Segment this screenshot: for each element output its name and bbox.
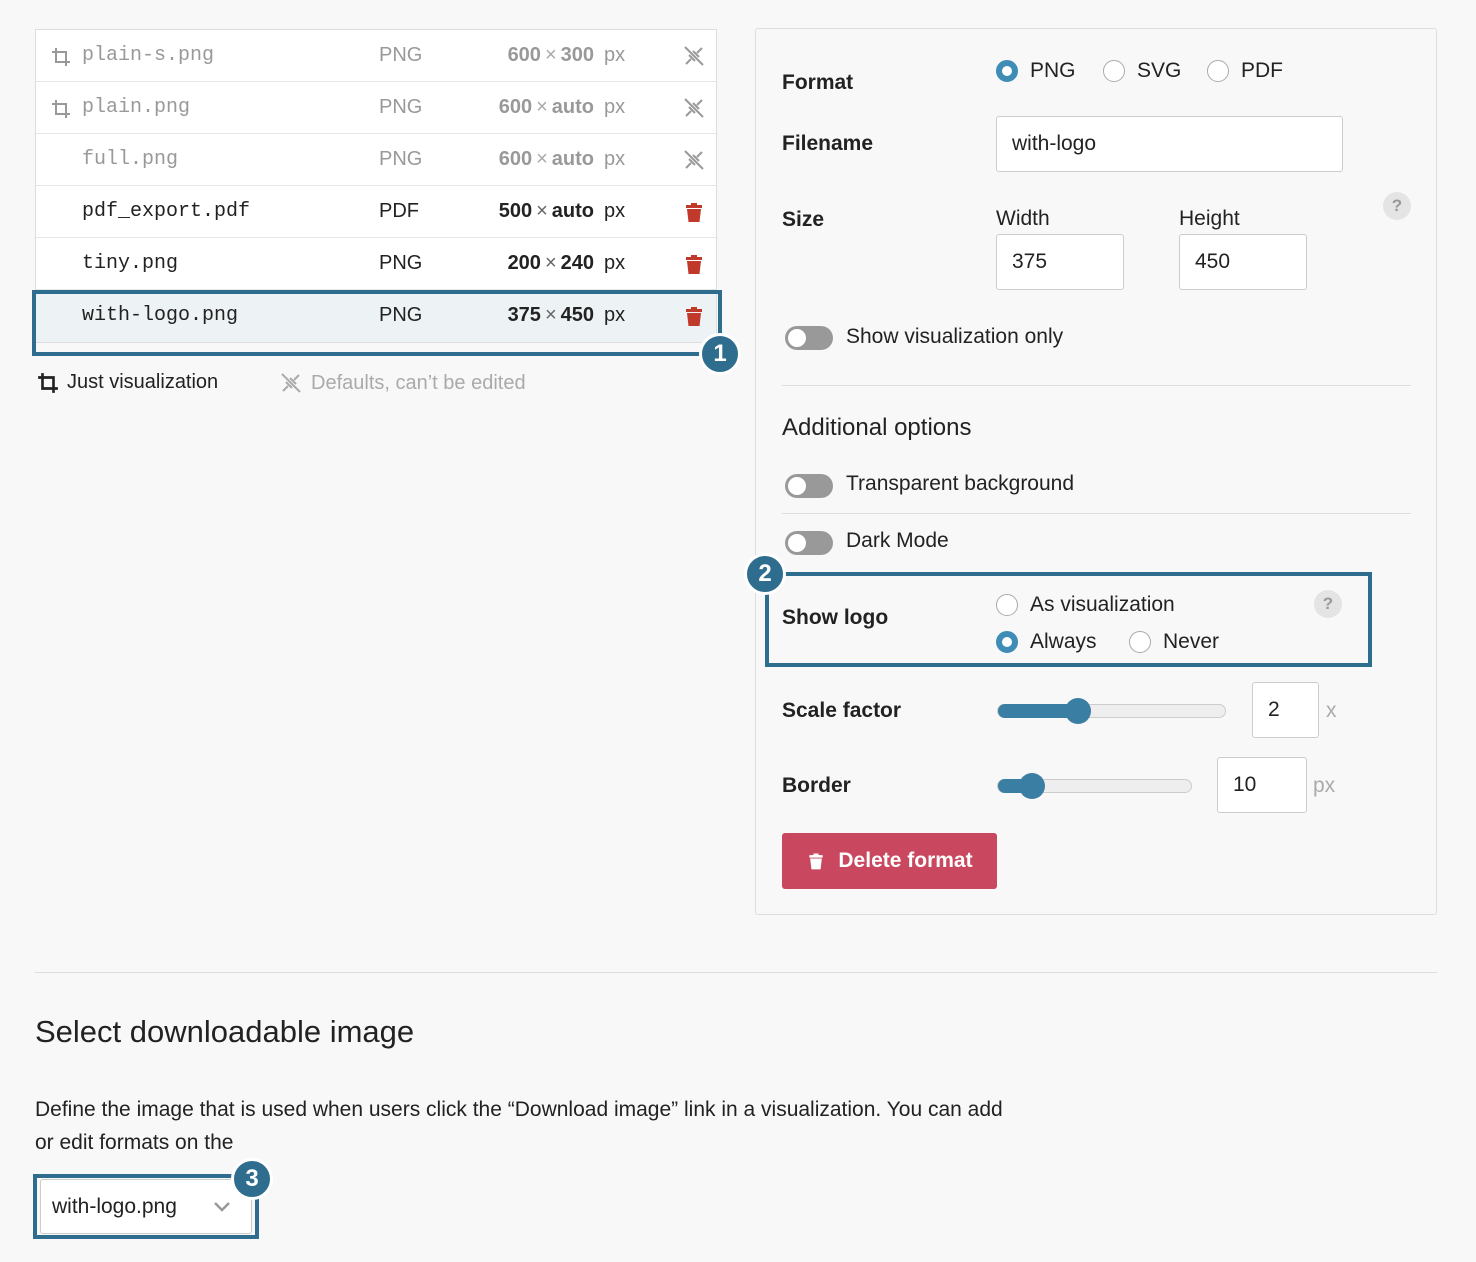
show-visualization-only-toggle[interactable]	[785, 326, 833, 350]
border-unit: px	[1313, 774, 1336, 797]
format-type: PNG	[379, 148, 423, 170]
height-input[interactable]: 450	[1179, 234, 1307, 290]
filename-input[interactable]: with-logo	[996, 116, 1343, 172]
format-row-tiny[interactable]: tiny.png PNG 200 × 240 px	[36, 238, 716, 290]
format-unit: px	[604, 96, 626, 118]
format-row-full[interactable]: full.png PNG 600 × auto px	[36, 134, 716, 186]
callout-highlight-selected-row	[32, 290, 722, 356]
height-label: Height	[1179, 207, 1240, 230]
format-size: 200 × 240	[507, 252, 594, 274]
format-unit: px	[604, 200, 626, 222]
trash-icon[interactable]	[682, 252, 706, 276]
format-editor-panel: Format PNG SVG PDF Filename with-logo Si…	[755, 28, 1437, 915]
legend-just-visualization: Just visualization	[37, 371, 218, 394]
not-editable-icon	[684, 46, 704, 66]
format-radio-svg[interactable]: SVG	[1103, 59, 1181, 83]
format-name: full.png	[82, 148, 179, 171]
width-input[interactable]: 375	[996, 234, 1124, 290]
not-editable-icon	[684, 98, 704, 118]
border-slider[interactable]	[997, 773, 1192, 799]
callout-badge: 2	[744, 553, 786, 595]
slider-handle[interactable]	[1065, 698, 1091, 724]
divider	[782, 385, 1411, 386]
format-size: 600 × 300	[507, 44, 594, 66]
crop-icon	[52, 48, 70, 66]
format-unit: px	[604, 252, 626, 274]
format-type: PNG	[379, 96, 423, 118]
not-editable-icon	[281, 373, 301, 393]
format-type: PNG	[379, 252, 423, 274]
slider-handle[interactable]	[1019, 773, 1045, 799]
transparent-background-toggle[interactable]	[785, 474, 833, 498]
dark-mode-toggle[interactable]	[785, 531, 833, 555]
crop-icon	[52, 100, 70, 118]
callout-badge: 3	[231, 1158, 273, 1200]
size-label: Size	[782, 208, 825, 231]
not-editable-icon	[684, 150, 704, 170]
format-radio-pdf[interactable]: PDF	[1207, 59, 1283, 83]
format-size: 500 × auto	[498, 200, 594, 222]
border-input[interactable]: 10	[1217, 757, 1307, 813]
legend-label: Just visualization	[67, 371, 219, 393]
scale-factor-label: Scale factor	[782, 699, 902, 722]
format-name: pdf_export.pdf	[82, 200, 251, 223]
width-label: Width	[996, 207, 1050, 230]
legend-label: Defaults, can’t be edited	[311, 371, 526, 394]
border-label: Border	[782, 774, 851, 797]
radio-button[interactable]	[1103, 60, 1125, 82]
format-unit: px	[604, 44, 626, 66]
transparent-background-label: Transparent background	[846, 472, 1075, 495]
format-row-pdf-export[interactable]: pdf_export.pdf PDF 500 × auto px	[36, 186, 716, 238]
help-icon[interactable]: ?	[1383, 192, 1411, 220]
divider	[782, 513, 1411, 514]
format-row-plain[interactable]: plain.png PNG 600 × auto px	[36, 82, 716, 134]
format-name: tiny.png	[82, 252, 179, 275]
format-row-plain-s[interactable]: plain-s.png PNG 600 × 300 px	[36, 30, 716, 82]
format-type: PNG	[379, 44, 423, 66]
crop-icon	[38, 372, 58, 393]
delete-format-button[interactable]: Delete format	[782, 833, 997, 889]
format-name: plain-s.png	[82, 44, 215, 67]
section-description: Define the image that is used when users…	[35, 1098, 1003, 1154]
trash-icon	[809, 853, 824, 870]
format-name: plain.png	[82, 96, 191, 119]
callout-highlight-select	[33, 1174, 259, 1239]
format-unit: px	[604, 148, 626, 170]
scale-factor-unit: x	[1326, 699, 1337, 722]
dark-mode-label: Dark Mode	[846, 529, 949, 552]
format-radio-png[interactable]: PNG	[996, 59, 1076, 83]
section-title: Select downloadable image	[35, 1014, 415, 1049]
filename-label: Filename	[782, 132, 874, 155]
section-divider	[35, 972, 1437, 973]
format-size: 600 × auto	[498, 96, 594, 118]
trash-icon[interactable]	[682, 200, 706, 224]
format-size: 600 × auto	[498, 148, 594, 170]
scale-factor-slider[interactable]	[997, 698, 1226, 724]
callout-highlight-show-logo	[765, 572, 1372, 667]
additional-options-title: Additional options	[782, 414, 972, 441]
legend-defaults: Defaults, can’t be edited	[279, 371, 526, 395]
radio-button-checked[interactable]	[996, 60, 1018, 82]
callout-badge: 1	[699, 333, 741, 375]
radio-button[interactable]	[1207, 60, 1229, 82]
format-type: PDF	[379, 200, 419, 222]
delete-format-label: Delete format	[838, 849, 973, 872]
scale-factor-input[interactable]: 2	[1252, 682, 1319, 738]
format-label: Format	[782, 71, 854, 94]
show-visualization-only-label: Show visualization only	[846, 325, 1064, 348]
